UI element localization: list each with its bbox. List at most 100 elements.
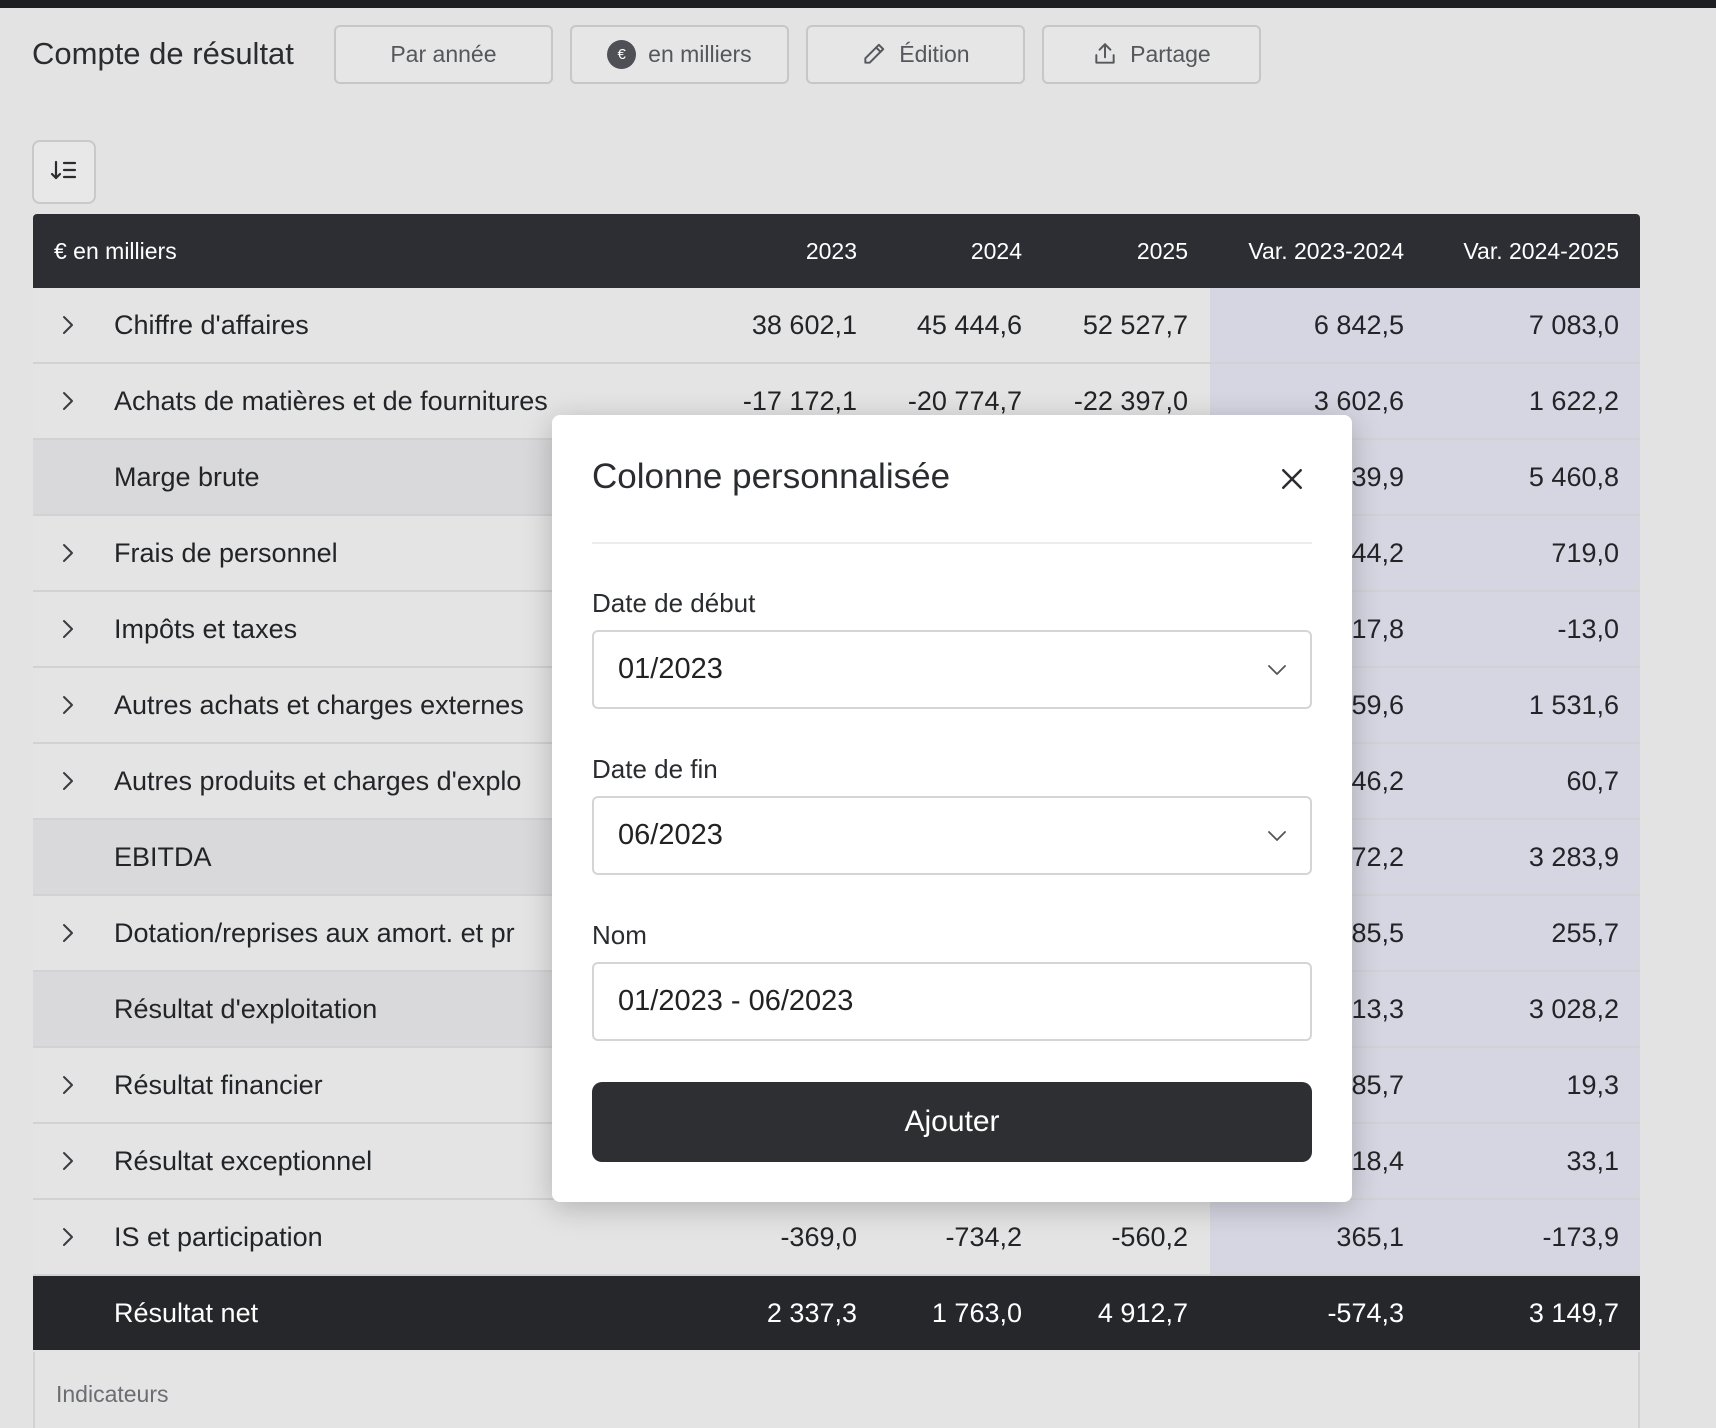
euro-icon: €	[607, 39, 637, 69]
start-date-select[interactable]: 01/2023	[592, 630, 1312, 709]
indicators-label: Indicateurs	[56, 1381, 169, 1407]
cell-2025: -560,2	[1111, 1221, 1188, 1252]
cell-var-2024-2025: 3 283,9	[1528, 841, 1619, 872]
modal-title: Colonne personnalisée	[592, 457, 951, 496]
cell-var-2023-2024: -574,3	[1327, 1297, 1404, 1328]
column-header-label: € en milliers	[54, 237, 177, 264]
cell-2023: -369,0	[780, 1221, 857, 1252]
cell-var-2024-2025: 5 460,8	[1528, 461, 1619, 492]
row-label: Impôts et taxes	[114, 613, 298, 644]
row-label: Autres achats et charges externes	[114, 689, 524, 720]
row-label: Marge brute	[114, 461, 260, 492]
share-icon	[1092, 41, 1118, 67]
start-date-value: 01/2023	[618, 653, 723, 685]
cell-var-2023-2024: 44,2	[1351, 537, 1404, 568]
cell-var-2024-2025: 33,1	[1566, 1145, 1619, 1176]
edit-button[interactable]: Édition	[805, 24, 1025, 84]
close-button[interactable]	[1274, 461, 1310, 497]
chevron-right-icon[interactable]	[61, 668, 75, 742]
cell-var-2024-2025: 3 149,7	[1528, 1297, 1619, 1328]
cell-var-2024-2025: 719,0	[1551, 537, 1619, 568]
cell-2023: 38 602,1	[751, 309, 857, 340]
row-label: IS et participation	[114, 1221, 323, 1252]
unit-button[interactable]: € en milliers	[569, 24, 789, 84]
row-label: Frais de personnel	[114, 537, 338, 568]
name-input[interactable]: 01/2023 - 06/2023	[592, 962, 1312, 1041]
page-header: Compte de résultat Par année € en millie…	[32, 24, 1278, 84]
table-row-total: Résultat net 2 337,3 1 763,0 4 912,7 -57…	[33, 1276, 1640, 1350]
indicators-section: Indicateurs	[33, 1352, 1640, 1428]
share-button[interactable]: Partage	[1041, 24, 1261, 84]
table-header-row: € en milliers 2023 2024 2025 Var. 2023-2…	[33, 214, 1640, 288]
chevron-right-icon[interactable]	[61, 1200, 75, 1274]
row-label: Résultat net	[114, 1297, 259, 1328]
chevron-right-icon[interactable]	[61, 744, 75, 818]
column-header-2024[interactable]: 2024	[971, 214, 1022, 288]
name-input-value: 01/2023 - 06/2023	[618, 985, 854, 1017]
cell-var-2024-2025: 255,7	[1551, 917, 1619, 948]
chevron-right-icon[interactable]	[61, 896, 75, 970]
chevron-down-icon	[1266, 632, 1288, 707]
cell-var-2024-2025: 1 531,6	[1528, 689, 1619, 720]
row-label: Résultat d'exploitation	[114, 993, 378, 1024]
end-date-label: Date de fin	[592, 754, 718, 784]
top-bar	[0, 0, 1716, 8]
period-button[interactable]: Par année	[333, 24, 553, 84]
chevron-right-icon[interactable]	[61, 592, 75, 666]
period-button-label: Par année	[390, 40, 497, 67]
column-header-2023[interactable]: 2023	[806, 214, 857, 288]
chevron-right-icon[interactable]	[61, 1048, 75, 1122]
add-button-label: Ajouter	[904, 1105, 1000, 1138]
row-label: Achats de matières et de fournitures	[114, 385, 548, 416]
add-button[interactable]: Ajouter	[592, 1082, 1312, 1162]
cell-2025: 4 912,7	[1097, 1297, 1188, 1328]
cell-var-2024-2025: 19,3	[1566, 1069, 1619, 1100]
close-icon	[1282, 469, 1302, 489]
chevron-down-icon	[1266, 798, 1288, 873]
custom-column-modal: Colonne personnalisée Date de début 01/2…	[552, 415, 1352, 1202]
cell-var-2024-2025: -173,9	[1542, 1221, 1619, 1252]
cell-2024: 1 763,0	[931, 1297, 1022, 1328]
cell-var-2023-2024: 17,8	[1351, 613, 1404, 644]
row-label: Résultat financier	[114, 1069, 323, 1100]
cell-var-2024-2025: 7 083,0	[1528, 309, 1619, 340]
cell-var-2023-2024: 18,4	[1351, 1145, 1404, 1176]
cell-var-2023-2024: 85,5	[1351, 917, 1404, 948]
cell-2024: -734,2	[945, 1221, 1022, 1252]
pencil-icon	[861, 41, 887, 67]
table-row[interactable]: Chiffre d'affaires 38 602,1 45 444,6 52 527…	[33, 288, 1640, 364]
cell-var-2023-2024: 59,6	[1351, 689, 1404, 720]
cell-var-2023-2024: 6 842,5	[1313, 309, 1404, 340]
row-order-button[interactable]	[32, 140, 96, 204]
cell-var-2023-2024: 39,9	[1351, 461, 1404, 492]
cell-var-2023-2024: 365,1	[1336, 1221, 1404, 1252]
cell-var-2024-2025: 3 028,2	[1528, 993, 1619, 1024]
chevron-right-icon[interactable]	[61, 516, 75, 590]
table-row[interactable]: IS et participation -369,0 -734,2 -560,2 365…	[33, 1200, 1640, 1276]
row-label: EBITDA	[114, 841, 212, 872]
cell-var-2023-2024: 46,2	[1351, 765, 1404, 796]
cell-var-2023-2024: 85,7	[1351, 1069, 1404, 1100]
chevron-right-icon[interactable]	[61, 288, 75, 362]
column-header-var-2024-2025[interactable]: Var. 2024-2025	[1463, 214, 1619, 288]
column-header-2025[interactable]: 2025	[1137, 214, 1188, 288]
edit-button-label: Édition	[899, 40, 970, 67]
name-label: Nom	[592, 920, 647, 950]
row-label: Résultat exceptionnel	[114, 1145, 373, 1176]
chevron-right-icon[interactable]	[61, 1124, 75, 1198]
column-header-var-2023-2024[interactable]: Var. 2023-2024	[1248, 214, 1404, 288]
cell-2024: 45 444,6	[916, 309, 1022, 340]
cell-var-2023-2024: 13,3	[1351, 993, 1404, 1024]
cell-var-2024-2025: -13,0	[1557, 613, 1619, 644]
cell-2023: 2 337,3	[766, 1297, 857, 1328]
end-date-value: 06/2023	[618, 819, 723, 851]
chevron-right-icon[interactable]	[61, 364, 75, 438]
unit-button-label: en milliers	[648, 40, 752, 67]
sort-list-icon	[50, 158, 78, 187]
cell-var-2024-2025: 60,7	[1566, 765, 1619, 796]
cell-var-2023-2024: 72,2	[1351, 841, 1404, 872]
end-date-select[interactable]: 06/2023	[592, 796, 1312, 875]
start-date-label: Date de début	[592, 588, 756, 618]
modal-divider	[592, 542, 1312, 544]
cell-var-2024-2025: 1 622,2	[1528, 385, 1619, 416]
